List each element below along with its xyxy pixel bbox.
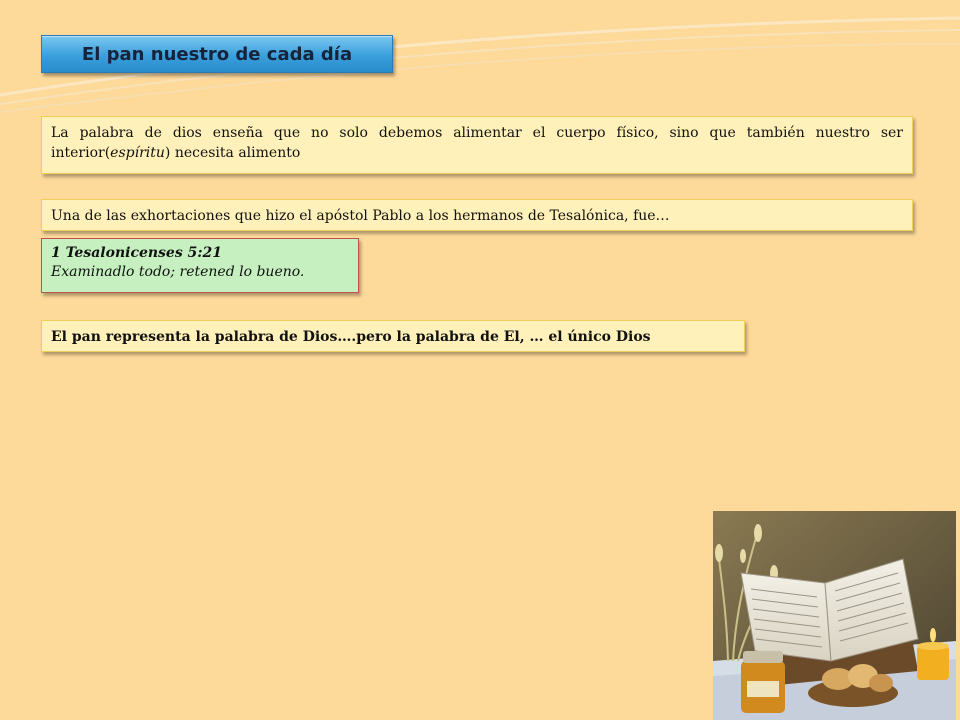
verse-text: Examinadlo todo; retened lo bueno. xyxy=(51,264,305,280)
paragraph1-italic: espíritu xyxy=(110,145,165,161)
paragraph1-text-end: ) necesita alimento xyxy=(164,145,301,161)
verse-box: 1 Tesalonicenses 5:21 Examinadlo todo; r… xyxy=(41,238,359,293)
paragraph-bread-word: El pan representa la palabra de Dios….pe… xyxy=(41,320,745,352)
slide-title: El pan nuestro de cada día xyxy=(41,35,393,73)
honey-jar xyxy=(741,651,785,713)
verse-reference: 1 Tesalonicenses 5:21 xyxy=(51,245,222,261)
bible-bread-photo xyxy=(713,511,956,720)
paragraph-exhortation: Una de las exhortaciones que hizo el apó… xyxy=(41,199,913,231)
paragraph-spiritual-food: La palabra de dios enseña que no solo de… xyxy=(41,116,913,174)
